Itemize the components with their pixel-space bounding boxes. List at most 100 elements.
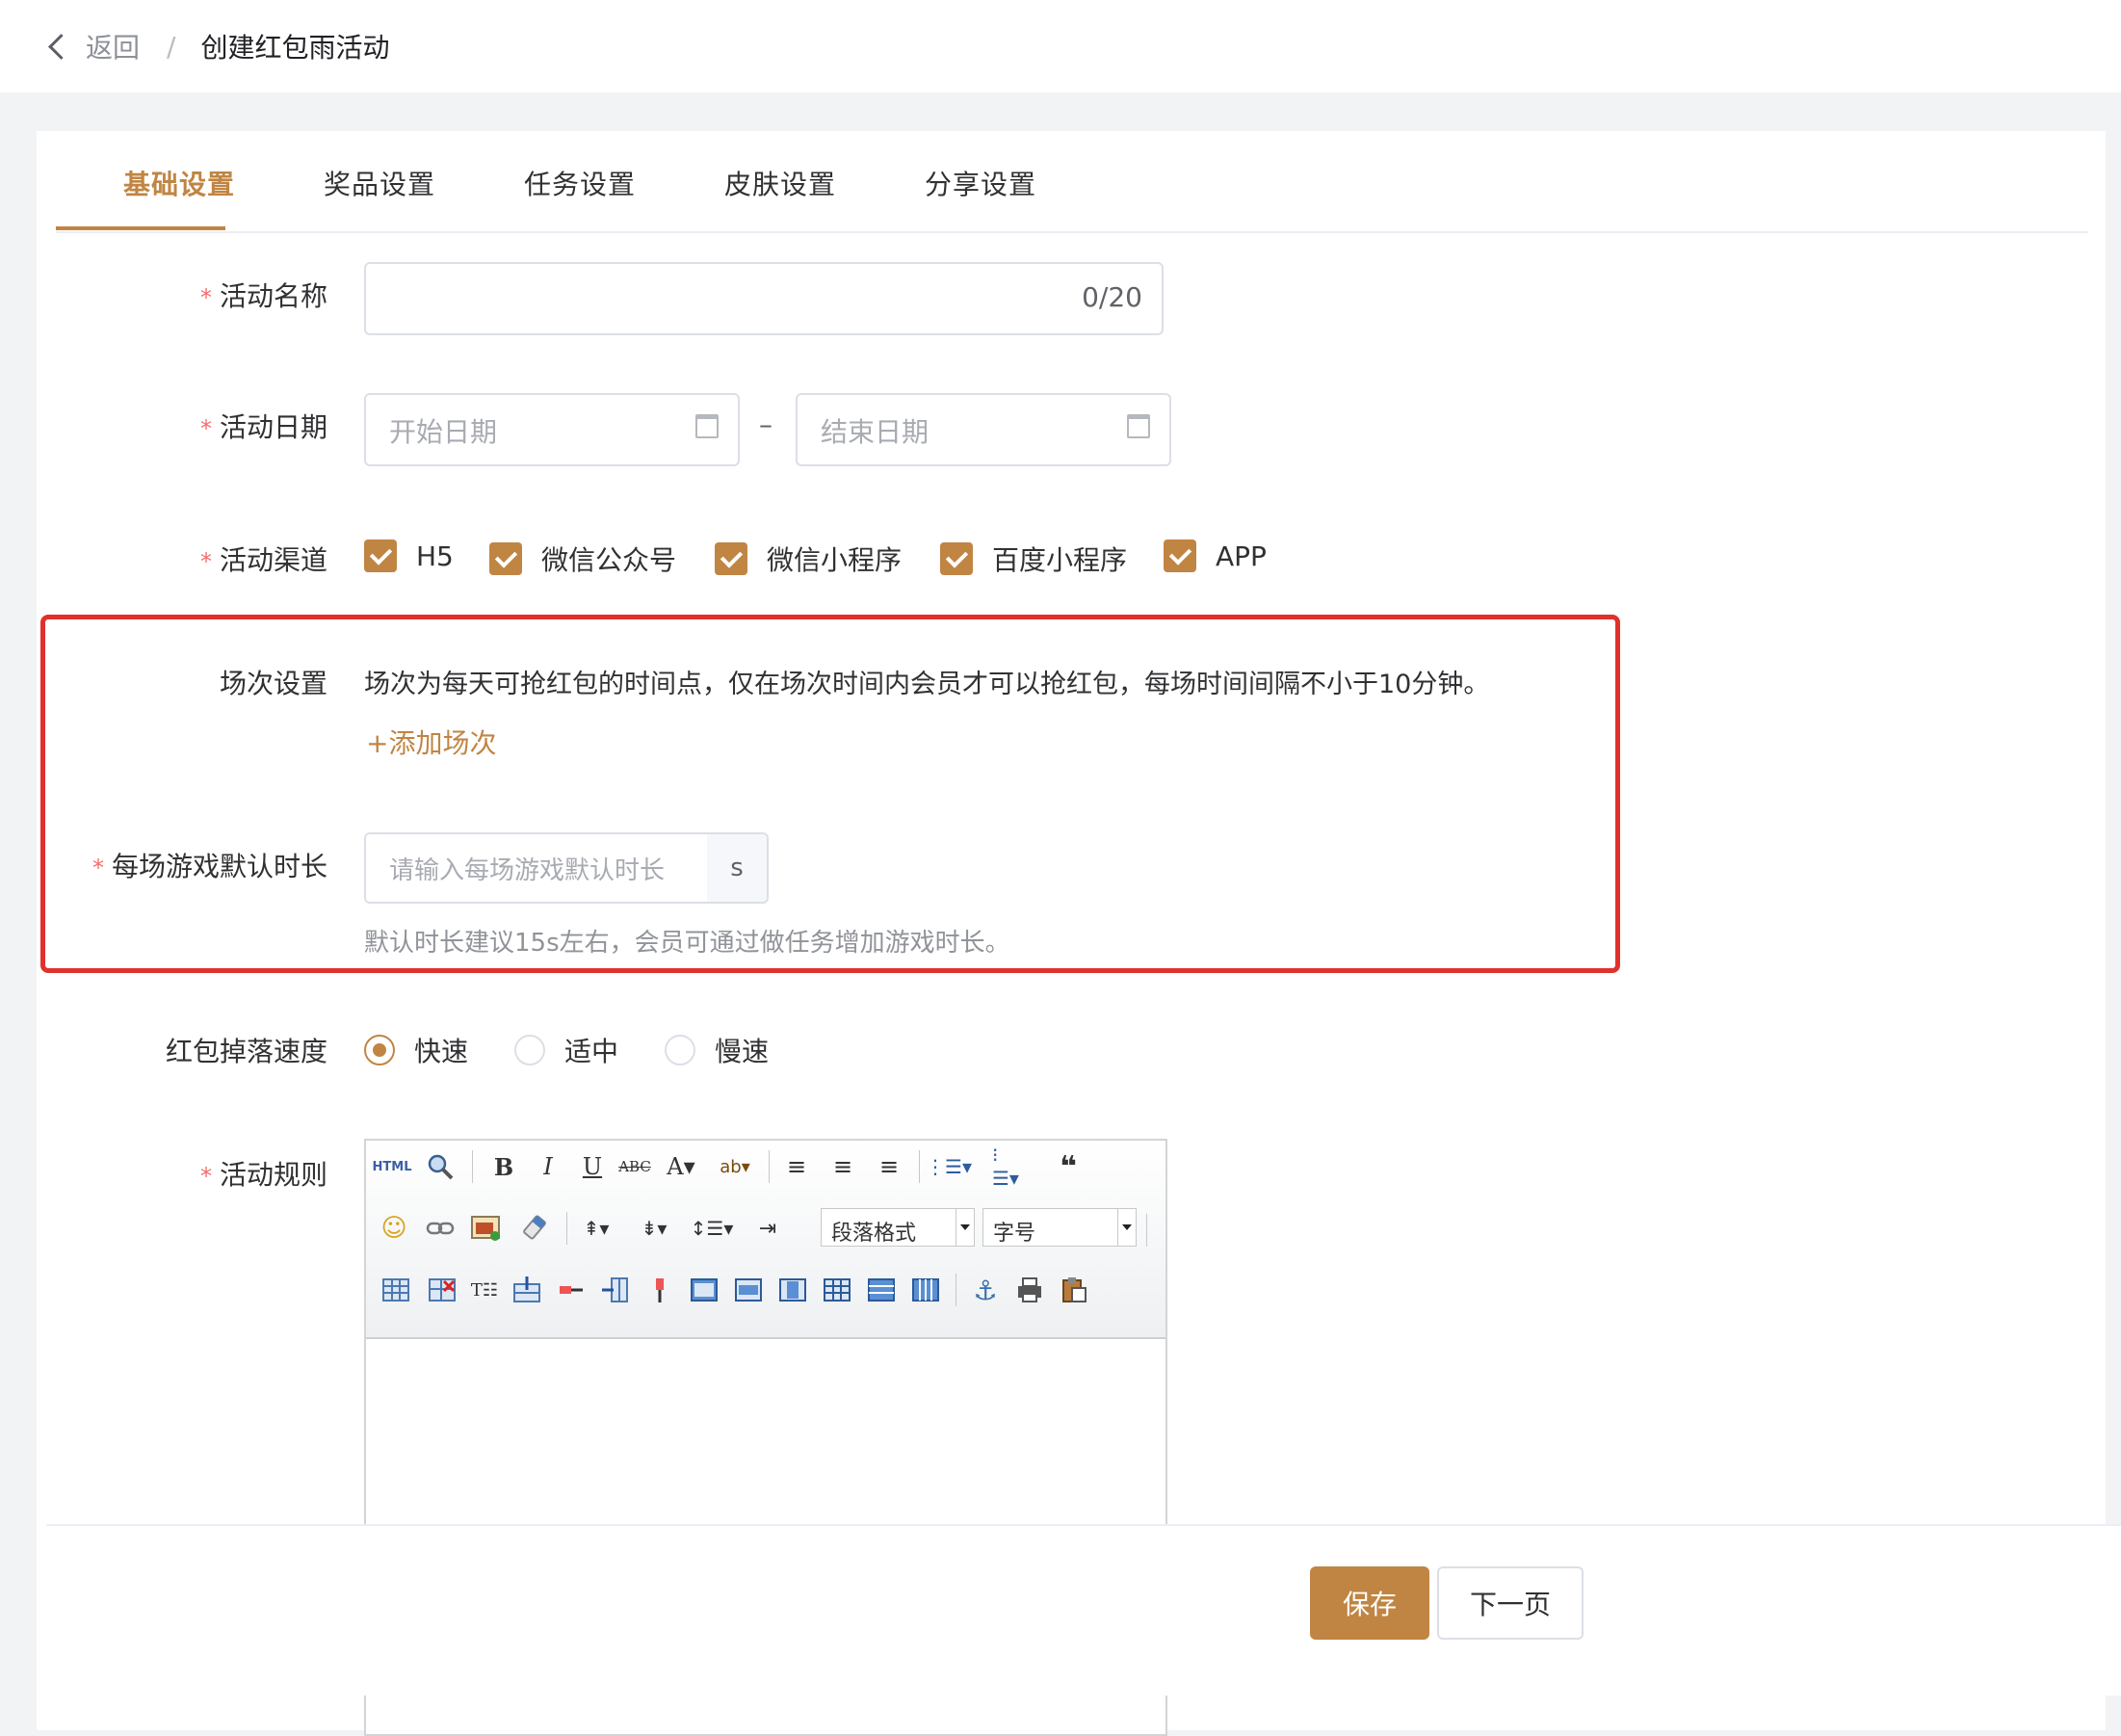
session-description: 场次为每天可抢红包的时间点，仅在场次时间内会员才可以抢红包，每场时间间隔不小于1… [364, 670, 1490, 699]
toolbar-divider [566, 1212, 567, 1245]
insert-column-icon[interactable] [599, 1274, 632, 1306]
default-duration-label: * 每场游戏默认时长 [92, 851, 327, 882]
indent-icon[interactable]: ⇥ [751, 1212, 784, 1245]
chevron-down-icon [1117, 1209, 1136, 1246]
checkbox-label: 微信小程序 [767, 544, 903, 576]
tab-task[interactable]: 任务设置 [524, 164, 636, 202]
insert-table-icon[interactable] [380, 1274, 412, 1306]
split-columns-icon[interactable] [909, 1274, 942, 1306]
drop-speed-label: 红包掉落速度 [165, 1036, 327, 1067]
save-button[interactable]: 保存 [1310, 1566, 1429, 1640]
paragraph-spacing-top-icon[interactable]: ⇞▾ [580, 1212, 613, 1245]
radio-icon [514, 1035, 545, 1065]
align-right-icon[interactable]: ≡ [873, 1150, 905, 1183]
activity-date-label: * 活动日期 [199, 411, 327, 443]
image-icon[interactable] [470, 1212, 503, 1245]
toolbar-divider [1146, 1214, 1147, 1247]
checkbox-checked-icon [940, 542, 973, 575]
strikethrough-icon[interactable]: ABC [618, 1150, 651, 1183]
align-left-icon[interactable]: ≡ [780, 1150, 813, 1183]
start-date-input[interactable]: 开始日期 [364, 393, 740, 466]
duration-unit-suffix: s [707, 832, 769, 904]
checkbox-checked-icon [1164, 539, 1196, 572]
calendar-icon [1127, 414, 1150, 438]
name-label-row: * 活动名称 [0, 276, 327, 314]
footer-bar: 保存 下一页 [46, 1524, 2121, 1696]
bold-icon[interactable]: B [487, 1150, 520, 1183]
paste-icon[interactable] [1058, 1274, 1090, 1306]
default-duration-input[interactable]: 请输入每场游戏默认时长 [364, 832, 709, 904]
split-cells-icon[interactable] [821, 1274, 853, 1306]
tab-skin[interactable]: 皮肤设置 [724, 164, 836, 202]
eraser-icon[interactable] [518, 1212, 551, 1245]
blockquote-icon[interactable]: ❝ [1052, 1150, 1085, 1184]
underline-icon[interactable]: U [576, 1150, 609, 1183]
link-icon[interactable] [424, 1212, 457, 1245]
back-label: 返回 [86, 32, 141, 64]
end-date-input[interactable]: 结束日期 [796, 393, 1171, 466]
speed-option-fast[interactable]: 快速 [364, 1031, 468, 1069]
line-height-icon[interactable]: ↕☰▾ [691, 1212, 734, 1245]
radio-label: 快速 [414, 1036, 469, 1067]
channel-label-row: * 活动渠道 [0, 539, 327, 578]
paragraph-spacing-bottom-icon[interactable]: ⇟▾ [638, 1212, 670, 1245]
merge-down-icon[interactable] [776, 1274, 809, 1306]
ordered-list-icon[interactable]: ⋮☰▾ [926, 1150, 972, 1183]
html-source-icon[interactable]: HTML [373, 1150, 412, 1183]
speed-option-medium[interactable]: 适中 [514, 1031, 618, 1069]
toolbar-divider [472, 1150, 473, 1183]
unordered-list-icon[interactable]: ⁝☰▾ [992, 1144, 1025, 1190]
checkbox-label: 百度小程序 [992, 544, 1128, 576]
editor-toolbar: HTML B I U ABC A▾ ab▾ ≡ ≡ ≡ ⋮☰▾ ⁝☰▾ ❝ ☺ … [366, 1141, 1165, 1339]
delete-column-icon[interactable] [643, 1274, 676, 1306]
align-center-icon[interactable]: ≡ [826, 1150, 859, 1183]
session-setting-label: 场次设置 [219, 668, 327, 699]
insert-row-icon[interactable] [511, 1274, 543, 1306]
channel-option-wechat-miniprogram[interactable]: 微信小程序 [715, 539, 902, 578]
speed-option-slow[interactable]: 慢速 [665, 1031, 769, 1069]
breadcrumb-separator: / [167, 30, 176, 63]
page-title: 创建红包雨活动 [200, 32, 390, 64]
radio-label: 适中 [564, 1036, 619, 1067]
required-mark: * [199, 548, 212, 575]
insert-caption-icon[interactable]: T☷ [468, 1274, 501, 1306]
tab-active-indicator [56, 226, 225, 230]
channel-option-app[interactable]: APP [1164, 539, 1267, 572]
add-session-link[interactable]: +添加场次 [366, 723, 496, 761]
print-icon[interactable] [1013, 1274, 1046, 1306]
anchor-icon[interactable]: ⚓ [969, 1274, 1002, 1306]
start-date-placeholder: 开始日期 [389, 416, 498, 448]
radio-label: 慢速 [715, 1036, 770, 1067]
merge-right-icon[interactable] [732, 1274, 765, 1306]
top-bar: 返回 / 创建红包雨活动 [0, 0, 2121, 92]
back-button[interactable]: 返回 [46, 27, 140, 66]
paragraph-format-value: 段落格式 [831, 1222, 917, 1246]
tab-share[interactable]: 分享设置 [925, 164, 1036, 202]
font-color-icon[interactable]: A▾ [665, 1150, 697, 1183]
preview-icon[interactable] [424, 1150, 457, 1183]
toolbar-divider [919, 1150, 920, 1183]
paragraph-format-select[interactable]: 段落格式 [821, 1208, 975, 1247]
tab-prize[interactable]: 奖品设置 [324, 164, 435, 202]
checkbox-label: APP [1216, 539, 1267, 572]
delete-row-icon[interactable] [555, 1274, 588, 1306]
tab-basic[interactable]: 基础设置 [123, 164, 235, 202]
emoji-icon[interactable]: ☺ [378, 1212, 410, 1245]
activity-name-input[interactable]: 0/20 [364, 262, 1164, 335]
checkbox-checked-icon [489, 542, 522, 575]
delete-table-icon[interactable] [426, 1274, 458, 1306]
speed-label-row: 红包掉落速度 [0, 1031, 327, 1069]
required-mark: * [199, 1163, 212, 1190]
highlight-color-icon[interactable]: ab▾ [719, 1150, 751, 1183]
required-mark: * [92, 855, 104, 881]
checkbox-checked-icon [364, 539, 397, 572]
channel-option-wechat-official[interactable]: 微信公众号 [489, 539, 676, 578]
channel-option-baidu-miniprogram[interactable]: 百度小程序 [940, 539, 1127, 578]
split-rows-icon[interactable] [865, 1274, 898, 1306]
next-page-button[interactable]: 下一页 [1437, 1566, 1584, 1640]
font-size-value: 字号 [993, 1222, 1036, 1246]
merge-cells-icon[interactable] [688, 1274, 720, 1306]
font-size-select[interactable]: 字号 [982, 1208, 1137, 1247]
channel-option-h5[interactable]: H5 [364, 539, 454, 572]
italic-icon[interactable]: I [532, 1150, 564, 1183]
